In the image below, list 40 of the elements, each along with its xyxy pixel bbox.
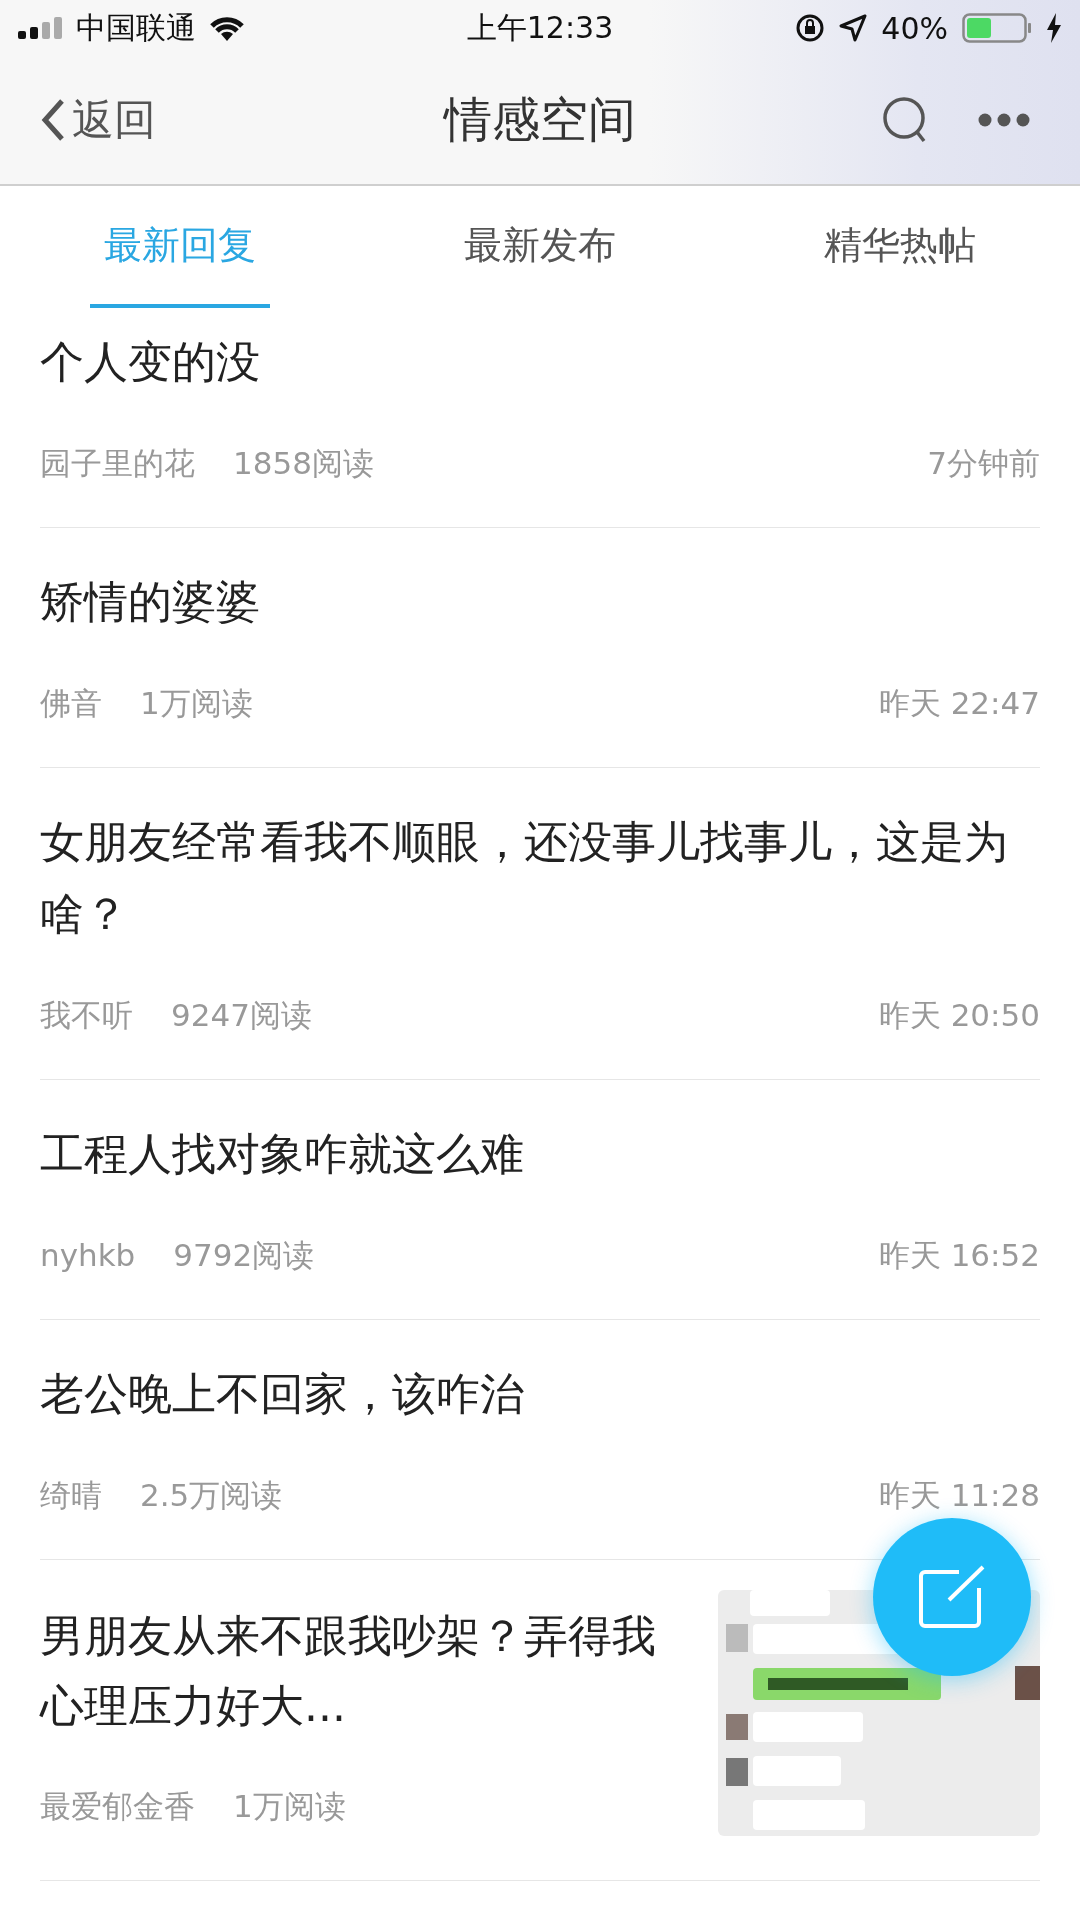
author-name: 园子里的花 — [40, 444, 195, 483]
read-count: 9247阅读 — [171, 996, 312, 1035]
post-title[interactable]: 工程人找对象咋就这么难 — [40, 1118, 1040, 1190]
post-title[interactable]: 个人变的没 — [40, 326, 1040, 398]
tab[interactable]: 精华热帖 — [720, 186, 1080, 308]
back-button[interactable]: 返回 — [40, 92, 156, 148]
battery-icon — [962, 13, 1032, 43]
status-time: 上午12:33 — [466, 9, 614, 45]
post-time: 7分钟前 — [927, 444, 1040, 483]
author-name: 我不听 — [40, 996, 133, 1035]
post-title[interactable]: 矫情的婆婆 — [40, 566, 1040, 638]
read-count: 2.5万阅读 — [140, 1476, 283, 1515]
read-count: 1万阅读 — [140, 684, 253, 723]
post-title[interactable]: 女朋友经常看我不顺眼，还没事儿找事儿，这是为啥？ — [40, 806, 1040, 950]
search-icon[interactable] — [882, 96, 928, 144]
compose-icon — [917, 1564, 987, 1630]
post-time: 昨天 11:28 — [878, 1476, 1040, 1515]
more-icon[interactable] — [978, 113, 1030, 127]
chevron-left-icon — [40, 98, 66, 142]
wifi-icon — [208, 14, 246, 42]
post-time: 昨天 16:52 — [878, 1236, 1040, 1275]
charging-icon — [1046, 13, 1062, 43]
author-name: 最爱郁金香 — [40, 1786, 195, 1826]
author-name: 佛音 — [40, 684, 102, 723]
location-icon — [839, 14, 868, 42]
page-title: 情感空间 — [444, 91, 636, 147]
post-title[interactable]: 男朋友从来不跟我吵架？弄得我心理压力好大... — [40, 1600, 694, 1741]
post-time: 昨天 20:50 — [878, 996, 1040, 1035]
author-name: nyhkb — [40, 1236, 136, 1275]
carrier-name: 中国联通 — [76, 8, 196, 47]
tab[interactable]: 最新发布 — [360, 186, 720, 308]
battery-percent: 40% — [881, 10, 948, 46]
read-count: 1万阅读 — [233, 1786, 346, 1826]
post-title[interactable]: 老公晚上不回家，该咋治 — [40, 1358, 1040, 1430]
read-count: 9792阅读 — [173, 1236, 315, 1275]
rotation-lock-icon — [795, 13, 826, 43]
signal-icon — [18, 17, 64, 39]
read-count: 1858阅读 — [233, 444, 374, 483]
post-time: 昨天 22:47 — [878, 684, 1040, 723]
author-name: 绮晴 — [40, 1476, 102, 1515]
